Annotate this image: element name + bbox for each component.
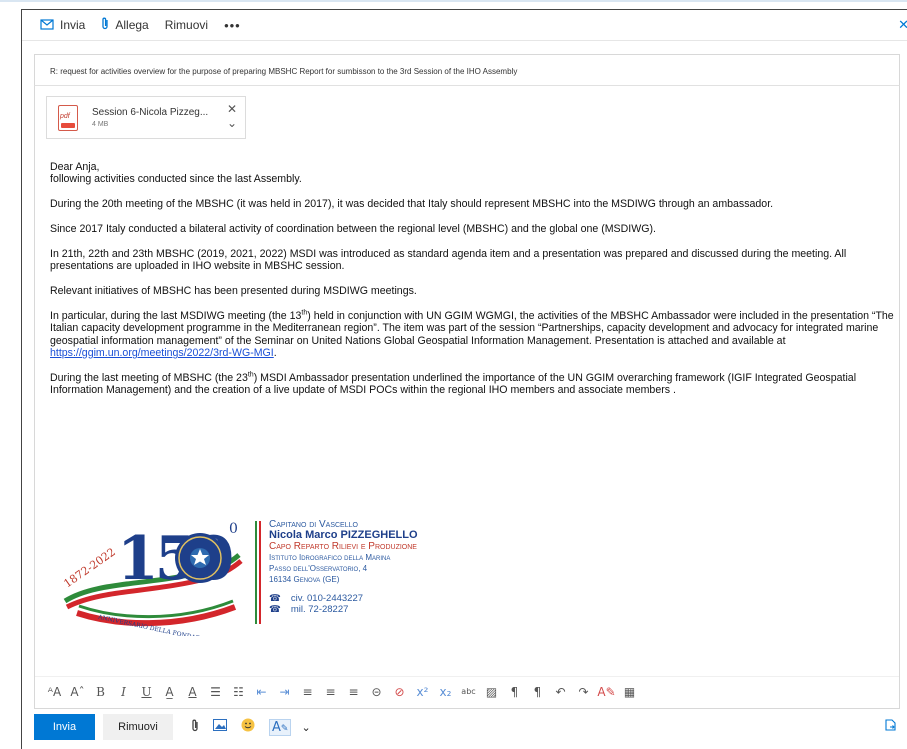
- paragraph-6: During the last meeting of MBSHC (the 23…: [50, 371, 857, 397]
- paragraph-3: In 21th, 22th and 23th MBSHC (2019, 2021…: [50, 247, 847, 273]
- attach-toolbar-button[interactable]: Allega: [101, 17, 149, 33]
- more-options-button[interactable]: •••: [224, 18, 241, 33]
- pdf-file-icon: pdf: [58, 104, 78, 131]
- discard-toolbar-label: Rimuovi: [164, 18, 209, 32]
- numbering-icon[interactable]: ☷: [227, 685, 250, 699]
- paragraph-2: Since 2017 Italy conducted a bilateral a…: [50, 223, 656, 235]
- italian-flag-bar: [255, 521, 261, 624]
- logo-years: 1872-2022: [61, 545, 117, 590]
- signature-phone-civ: ☎ civ. 010-2443227: [269, 593, 364, 604]
- insert-image-icon[interactable]: ▨: [480, 685, 503, 699]
- logo-sup: 0: [229, 521, 238, 537]
- align-left-icon[interactable]: ≡: [296, 685, 319, 699]
- send-bar: Invia Rimuovi A✎ ⌄: [34, 709, 900, 745]
- ggim-meeting-link[interactable]: https://ggim.un.org/meetings/2022/3rd-WG…: [50, 347, 274, 359]
- signature-institute: Istituto Idrografico della Marina: [269, 553, 391, 562]
- signature-address: Passo dell'Osservatorio, 4: [269, 564, 368, 573]
- chevron-down-icon[interactable]: ⌄: [301, 721, 310, 734]
- phone-icon: ☎: [269, 593, 281, 604]
- emoji-icon[interactable]: [241, 718, 255, 736]
- bold-icon[interactable]: B: [89, 685, 112, 699]
- increase-indent-icon[interactable]: ⇥: [273, 685, 296, 699]
- bullets-icon[interactable]: ☰: [204, 685, 227, 699]
- attach-toolbar-label: Allega: [115, 18, 149, 32]
- compose-body-area[interactable]: pdf Session 6-Nicola Pizzeg... 4 MB ✕ ⌄ …: [34, 85, 900, 709]
- font-color-icon[interactable]: A: [181, 685, 204, 699]
- strikethrough-icon[interactable]: abc: [457, 687, 480, 696]
- paragraph-5: In particular, during the last MSDIWG me…: [50, 309, 894, 360]
- paragraph-4: Relevant initiatives of MBSHC has been p…: [50, 285, 417, 297]
- intro-line: following activities conducted since the…: [50, 173, 302, 186]
- discard-button[interactable]: Rimuovi: [103, 714, 173, 740]
- decrease-indent-icon[interactable]: ⇤: [250, 685, 273, 699]
- signature-name: Nicola Marco PIZZEGHELLO: [269, 529, 418, 541]
- subscript-icon[interactable]: x₂: [434, 685, 457, 699]
- insert-picture-icon[interactable]: [213, 719, 227, 735]
- subject-field[interactable]: R: request for activities overview for t…: [34, 54, 900, 85]
- superscript-icon[interactable]: x²: [411, 685, 434, 699]
- grow-font-icon[interactable]: Aˆ: [66, 685, 89, 699]
- redo-icon[interactable]: ↷: [572, 685, 595, 699]
- send-icon: [40, 18, 54, 33]
- pdf-icon-label: pdf: [60, 112, 70, 120]
- remove-link-icon[interactable]: ⊘: [388, 685, 411, 699]
- underline-icon[interactable]: U: [135, 685, 158, 699]
- email-signature: 1872-2022 150 0 ANNIVERSARIO DELLA FONDA…: [57, 511, 577, 641]
- attachment-name: Session 6-Nicola Pizzeg...: [92, 107, 209, 118]
- message-body[interactable]: Dear Anja, following activities conducte…: [50, 161, 895, 409]
- close-icon[interactable]: ✕: [898, 17, 907, 33]
- compose-window: Invia Allega Rimuovi ••• ✕ R: request fo…: [21, 9, 907, 749]
- align-center-icon[interactable]: ≡: [319, 685, 342, 699]
- greeting: Dear Anja,: [50, 161, 100, 173]
- signature-role: Capo Reparto Rilievi e Produzione: [269, 541, 417, 552]
- window-top-accent: [0, 0, 907, 2]
- phone-icon: ☎: [269, 604, 281, 615]
- paperclip-icon: [101, 17, 109, 33]
- insert-table-icon[interactable]: ▦: [618, 685, 641, 699]
- format-text-icon[interactable]: A✎: [269, 718, 292, 736]
- font-size-icon[interactable]: ᴬA: [43, 685, 66, 699]
- rtl-icon[interactable]: ¶: [526, 685, 549, 699]
- formatting-toolbar: ᴬA Aˆ B I U A̲ A ☰ ☷ ⇤ ⇥ ≡ ≡ ≡ ⊝ ⊘ x² x₂…: [35, 676, 899, 706]
- signature-phone-mil: ☎ mil. 72-28227: [269, 604, 349, 615]
- italic-icon[interactable]: I: [112, 685, 135, 699]
- link-icon[interactable]: ⊝: [365, 685, 388, 699]
- align-right-icon[interactable]: ≡: [342, 685, 365, 699]
- anniversary-logo: 1872-2022 150 0 ANNIVERSARIO DELLA FONDA…: [61, 521, 243, 636]
- chevron-down-icon[interactable]: ⌄: [227, 116, 237, 130]
- pop-out-icon[interactable]: [885, 719, 896, 734]
- undo-icon[interactable]: ↶: [549, 685, 572, 699]
- attachment-card[interactable]: pdf Session 6-Nicola Pizzeg... 4 MB ✕ ⌄: [46, 96, 246, 139]
- send-toolbar-label: Invia: [60, 18, 86, 32]
- highlight-icon[interactable]: A̲: [158, 685, 181, 699]
- attach-file-icon[interactable]: [191, 719, 199, 736]
- send-button[interactable]: Invia: [34, 714, 95, 740]
- clear-formatting-icon[interactable]: A✎: [595, 685, 618, 699]
- paragraph-1: During the 20th meeting of the MBSHC (it…: [50, 198, 774, 211]
- remove-attachment-icon[interactable]: ✕: [227, 102, 237, 116]
- signature-city: 16134 Genova (GE): [269, 575, 340, 584]
- discard-toolbar-button[interactable]: Rimuovi: [165, 18, 208, 32]
- ltr-icon[interactable]: ¶: [503, 685, 526, 699]
- attachment-size: 4 MB: [92, 121, 109, 128]
- send-toolbar-button[interactable]: Invia: [40, 18, 85, 33]
- top-toolbar: Invia Allega Rimuovi ••• ✕: [22, 10, 907, 41]
